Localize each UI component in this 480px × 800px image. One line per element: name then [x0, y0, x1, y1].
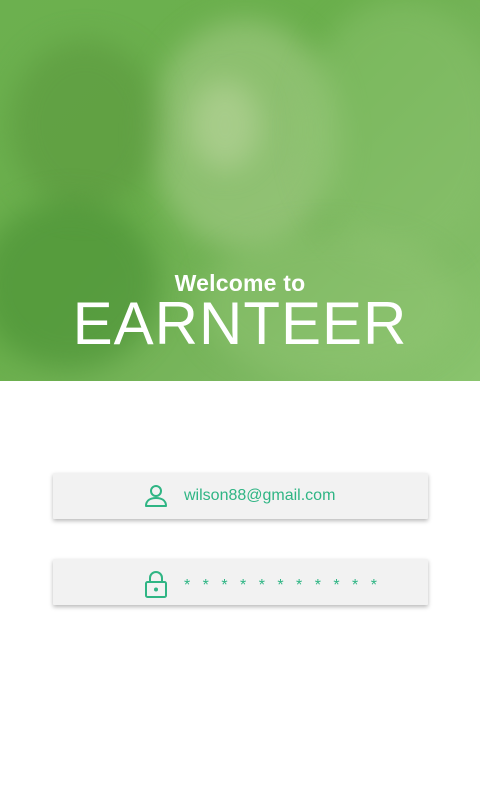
hero-photo-overlay [300, 0, 480, 260]
user-icon [143, 483, 169, 509]
email-value[interactable]: wilson88@gmail.com [184, 485, 335, 507]
lock-icon [143, 570, 169, 598]
hero-photo-overlay [190, 80, 260, 170]
email-field[interactable]: wilson88@gmail.com [53, 473, 428, 519]
hero-photo-overlay [10, 40, 160, 210]
password-field[interactable]: * * * * * * * * * * * [53, 559, 428, 605]
hero-banner: Welcome to EARNTEER [0, 0, 480, 381]
password-value[interactable]: * * * * * * * * * * * [184, 575, 381, 597]
brand-title: EARNTEER [72, 290, 408, 357]
